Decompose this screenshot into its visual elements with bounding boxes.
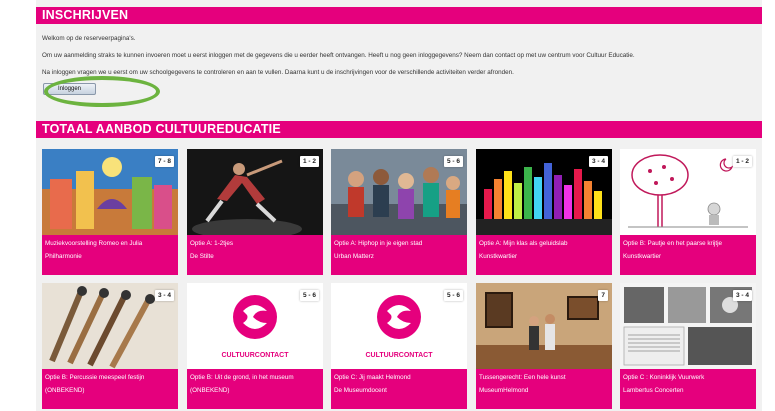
page-container: INSCHRIJVEN Welkom op de reserveerpagina… [36,0,762,411]
card-provider: (ONBEKEND) [190,387,230,394]
card-provider: Kunstkwartier [623,253,662,260]
activity-card[interactable]: CULTUURCONTACT 5 - 6 Optie C: Jij maakt … [331,283,467,409]
activity-card[interactable]: 3 - 4 Optie A: Mijn klas als geluidslab … [476,149,612,275]
card-provider: (ONBEKEND) [45,387,85,394]
card-title[interactable]: Tussengerecht: Een hele kunst [479,371,609,384]
card-provider: De Stilte [190,253,214,260]
grade-badge: 5 - 6 [443,156,463,167]
card-title[interactable]: Optie C: Jij maakt Helmond [334,371,464,384]
card-provider: Urban Matterz [334,253,374,260]
activity-card[interactable]: 3 - 4 Optie B: Percussie meespeel festij… [42,283,178,409]
card-caption: Optie C : Koninklijk Vuurwerk Lambertus … [620,369,756,409]
activity-card[interactable]: 1 - 2 Optie A: 1-2tjes De Stilte [187,149,323,275]
grade-badge: 5 - 6 [443,290,463,301]
card-title[interactable]: Optie C : Koninklijk Vuurwerk [623,371,753,384]
grade-badge: 7 [598,290,608,301]
card-title[interactable]: Optie B: Uit de grond, in het museum [190,371,320,384]
card-title[interactable]: Muziekvoorstelling Romeo en Julia [45,237,175,250]
card-title[interactable]: Optie A: Mijn klas als geluidslab [479,237,609,250]
card-caption: Optie C: Jij maakt Helmond De Museumdoce… [331,369,467,409]
grade-badge: 1 - 2 [732,156,752,167]
card-provider: MuseumHelmond [479,387,529,394]
activity-card[interactable]: 7 - 8 Muziekvoorstelling Romeo en Julia … [42,149,178,275]
museum-visit-icon [476,283,612,369]
activity-card[interactable]: CULTUURCONTACT 5 - 6 Optie B: Uit de gro… [187,283,323,409]
card-caption: Optie B: Percussie meespeel festijn (ONB… [42,369,178,409]
welcome-text: Welkom op de reserveerpagina's. [42,35,136,42]
section-header-aanbod: TOTAAL AANBOD CULTUUREDUCATIE [36,121,762,138]
after-login-text: Na inloggen vragen we u eerst om uw scho… [42,69,514,76]
grade-badge: 3 - 4 [154,290,174,301]
activity-card[interactable]: 3 - 4 Optie C : Koninklijk Vuurwerk Lamb… [620,283,756,409]
svg-text:CULTUURCONTACT: CULTUURCONTACT [365,352,433,359]
card-caption: Tussengerecht: Een hele kunst MuseumHelm… [476,369,612,409]
svg-text:CULTUURCONTACT: CULTUURCONTACT [221,352,289,359]
grade-badge: 7 - 8 [154,156,174,167]
card-caption: Optie A: Hiphop in je eigen stad Urban M… [331,235,467,275]
card-caption: Optie B: Pautje en het paarse krijtje Ku… [620,235,756,275]
card-title[interactable]: Optie A: 1-2tjes [190,237,320,250]
section-header-inschrijven: INSCHRIJVEN [36,7,762,24]
grade-badge: 5 - 6 [299,290,319,301]
card-caption: Muziekvoorstelling Romeo en Julia Philha… [42,235,178,275]
card-caption: Optie B: Uit de grond, in het museum (ON… [187,369,323,409]
card-caption: Optie A: 1-2tjes De Stilte [187,235,323,275]
activity-card[interactable]: 5 - 6 Optie A: Hiphop in je eigen stad U… [331,149,467,275]
card-provider: Lambertus Concerten [623,387,684,394]
card-title[interactable]: Optie B: Pautje en het paarse krijtje [623,237,753,250]
activity-card[interactable]: 7 Tussengerecht: Een hele kunst MuseumHe… [476,283,612,409]
grade-badge: 1 - 2 [299,156,319,167]
activity-card[interactable]: 1 - 2 Optie B: Pautje en het paarse krij… [620,149,756,275]
card-provider: De Museumdocent [334,387,387,394]
grade-badge: 3 - 4 [732,290,752,301]
login-button[interactable]: Inloggen [43,83,96,95]
grade-badge: 3 - 4 [588,156,608,167]
card-caption: Optie A: Mijn klas als geluidslab Kunstk… [476,235,612,275]
card-title[interactable]: Optie B: Percussie meespeel festijn [45,371,175,384]
login-instructions-text: Om uw aanmelding straks te kunnen invoer… [42,52,635,59]
card-title[interactable]: Optie A: Hiphop in je eigen stad [334,237,464,250]
card-provider: Philharmonie [45,253,82,260]
card-provider: Kunstkwartier [479,253,518,260]
